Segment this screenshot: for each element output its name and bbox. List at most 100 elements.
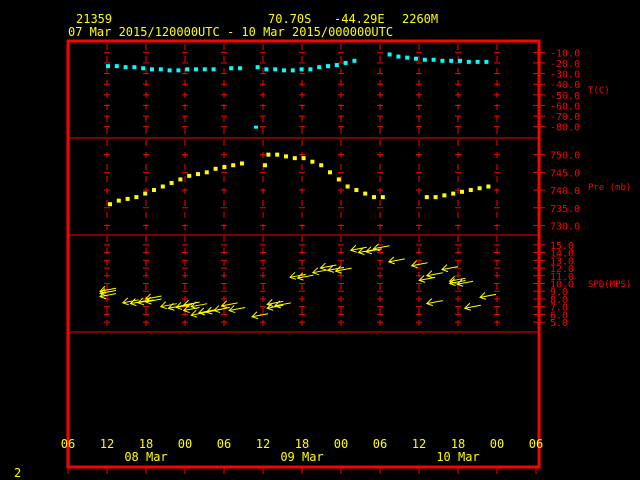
y-tick-label: 745.0 (550, 168, 580, 179)
x-tick-label: 00 (490, 437, 504, 451)
pressure-point (301, 156, 306, 161)
pressure-point (442, 193, 447, 198)
pressure-point (363, 191, 368, 196)
y-tick-label: -40.0 (550, 80, 580, 91)
temp-point (422, 57, 427, 62)
x-day-label: 09 Mar (280, 450, 323, 464)
wind-arrow-head (387, 256, 395, 265)
wind-arrow-head (121, 297, 129, 306)
page-number: 2 (14, 466, 22, 480)
pressure-point (424, 195, 429, 200)
y-tick-label: -80.0 (550, 123, 580, 134)
plot-frame (66, 39, 541, 469)
temp-point (123, 65, 128, 70)
y-axis-title: Pre (mb) (588, 183, 631, 193)
temp-point (167, 68, 172, 73)
pressure-point-extra (263, 163, 267, 168)
pressure-point (284, 154, 288, 159)
y-tick-label: -30.0 (550, 70, 580, 81)
temp-point (132, 65, 137, 70)
y-tick-label: 735.0 (550, 204, 580, 215)
x-tick-label: 00 (334, 437, 348, 451)
x-tick-label: 06 (61, 437, 75, 451)
y-tick-label: -60.0 (550, 101, 580, 112)
temp-point (290, 68, 295, 73)
pressure-point (460, 189, 464, 194)
pressure-point (187, 173, 192, 178)
temp-point (185, 67, 190, 72)
y-axis-labels: -10.0-20.0-30.0-40.0-50.0-60.0-70.0-80.0… (550, 48, 631, 329)
wind-arrow (387, 256, 405, 265)
temp-point (326, 64, 330, 69)
temp-point (343, 60, 348, 65)
temp-point (238, 66, 242, 71)
x-tick-label: 06 (373, 437, 387, 451)
pressure-point (328, 170, 332, 175)
x-tick-label: 12 (256, 437, 270, 451)
wind-arrow-head (349, 244, 357, 253)
x-day-label: 08 Mar (124, 450, 167, 464)
pressure-point (240, 161, 244, 166)
x-tick-label: 18 (451, 437, 465, 451)
wind-arrow-head (289, 271, 297, 280)
wind-arrow-head (228, 305, 236, 314)
x-tick-label: 06 (529, 437, 543, 451)
temperature-series (106, 52, 489, 129)
temp-point (352, 58, 357, 63)
pressure-point (372, 195, 376, 200)
pressure-point (204, 170, 209, 175)
pressure-point (336, 177, 341, 182)
wind-arrow-head (425, 270, 433, 279)
pressure-point (178, 177, 183, 182)
wind-arrow (425, 270, 443, 279)
wind-arrow-head (251, 311, 259, 320)
wind-arrow-head (425, 298, 433, 307)
pressure-point (134, 195, 139, 200)
y-axis-title: SPD(MPS) (588, 280, 631, 290)
temp-point (458, 58, 462, 63)
temp-point (141, 66, 146, 71)
y-tick-label: -10.0 (550, 48, 580, 59)
pressure-point (108, 202, 112, 207)
pressure-point (160, 184, 165, 189)
temp-point (264, 67, 269, 72)
temp-point (308, 67, 313, 72)
y-tick-label: -70.0 (550, 112, 580, 123)
wind-arrow (425, 298, 443, 307)
temp-point (449, 58, 454, 63)
pressure-point (310, 159, 315, 164)
pressure-point (468, 188, 473, 193)
wind-arrow-head (190, 309, 198, 318)
temp-point (475, 59, 480, 64)
x-tick-label: 06 (217, 437, 231, 451)
temp-point (202, 67, 207, 72)
temp-point (440, 58, 445, 63)
wind-arrow-head (463, 302, 471, 311)
temp-point (282, 68, 286, 73)
wind-arrow (410, 260, 428, 269)
temp-point (158, 67, 163, 72)
pressure-series (108, 152, 491, 207)
pressure-point (213, 166, 218, 171)
y-tick-label: 730.0 (550, 221, 580, 232)
y-tick-label: -20.0 (550, 59, 580, 70)
temp-point (273, 67, 278, 72)
wind-arrow (479, 292, 497, 300)
temp-point (150, 67, 154, 72)
pressure-point (116, 198, 121, 203)
pressure-point (196, 172, 200, 177)
wind-arrow (273, 300, 291, 309)
temp-outlier (254, 125, 258, 129)
temp-point (466, 59, 471, 64)
wind-arrow-head (479, 292, 487, 300)
wind-arrow-head (418, 275, 426, 283)
wind-arrow-head (159, 301, 167, 310)
pressure-point (266, 152, 271, 157)
x-tick-label: 18 (139, 437, 153, 451)
pressure-point (345, 184, 350, 189)
temp-point (114, 64, 119, 69)
x-tick-label: 12 (412, 437, 426, 451)
pressure-point (275, 152, 280, 157)
pressure-point (125, 196, 130, 201)
temp-point (431, 57, 436, 62)
